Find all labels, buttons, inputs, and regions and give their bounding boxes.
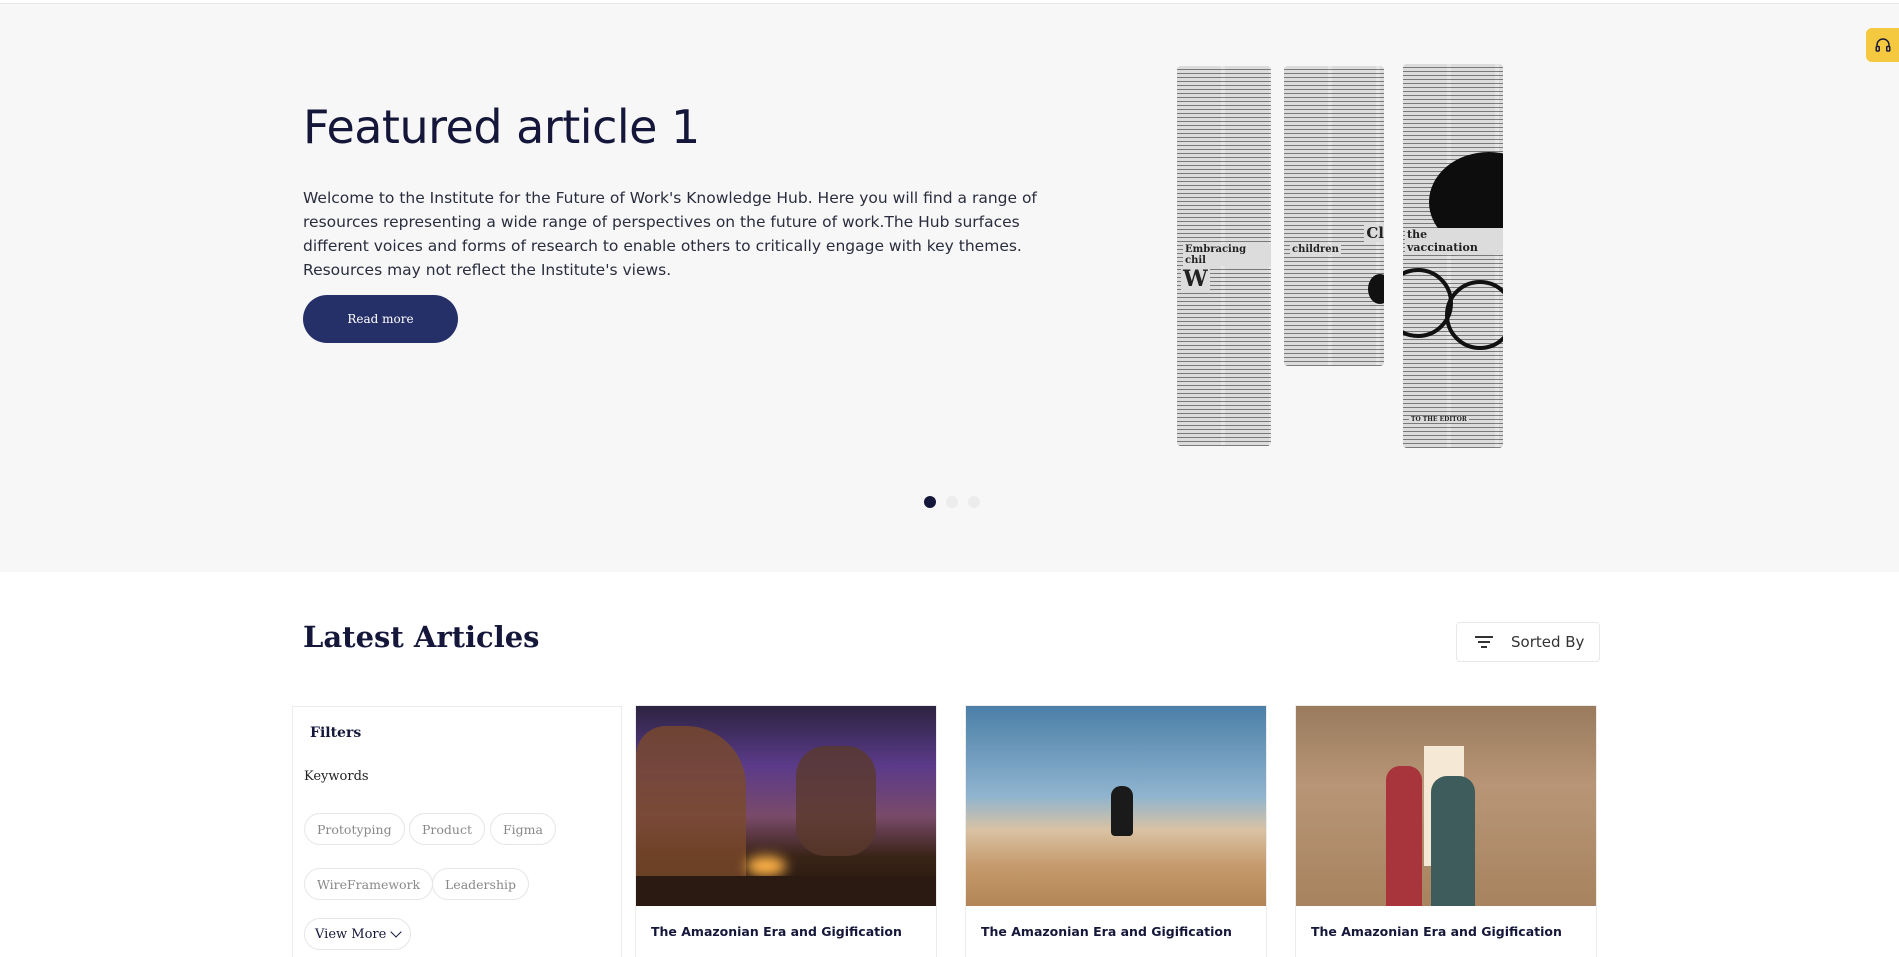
view-more-label: View More bbox=[315, 926, 387, 942]
article-image-desert-dunes bbox=[966, 706, 1266, 906]
newspaper-headline: Embracing chil bbox=[1183, 244, 1271, 266]
featured-hero bbox=[0, 4, 1899, 572]
keyword-chip-prototyping[interactable]: Prototyping bbox=[304, 813, 405, 845]
newspaper-headline: children bbox=[1290, 244, 1341, 255]
featured-description: Welcome to the Institute for the Future … bbox=[303, 189, 1037, 279]
article-image-desert-camp bbox=[636, 706, 936, 906]
newspaper-headline: TO THE EDITOR bbox=[1409, 416, 1469, 423]
carousel-dot-3[interactable] bbox=[968, 496, 980, 508]
filter-lines-icon bbox=[1475, 636, 1493, 648]
headset-icon bbox=[1875, 38, 1890, 52]
newspaper-image-strip-3: the vaccination TO THE EDITOR bbox=[1403, 64, 1503, 448]
filters-title: Filters bbox=[310, 725, 362, 741]
newspaper-image-strip-1: Embracing chil W bbox=[1177, 66, 1271, 446]
latest-articles-title: Latest Articles bbox=[303, 620, 540, 654]
article-image-old-town-walk bbox=[1296, 706, 1596, 906]
carousel-dots bbox=[924, 496, 980, 508]
sorted-by-label: Sorted By bbox=[1511, 633, 1585, 651]
view-more-button[interactable]: View More bbox=[304, 918, 412, 950]
newspaper-headline: Clo bbox=[1364, 224, 1384, 242]
article-card-2[interactable]: The Amazonian Era and Gigification bbox=[965, 705, 1267, 957]
article-card-3[interactable]: The Amazonian Era and Gigification bbox=[1295, 705, 1597, 957]
sorted-by-button[interactable]: Sorted By bbox=[1456, 622, 1600, 662]
keyword-chip-figma[interactable]: Figma bbox=[490, 813, 556, 845]
keyword-chip-product[interactable]: Product bbox=[409, 813, 485, 845]
filters-panel: Filters Keywords Prototyping Product Fig… bbox=[292, 706, 622, 957]
featured-title: Featured article 1 bbox=[303, 100, 700, 154]
article-title: The Amazonian Era and Gigification bbox=[981, 924, 1232, 939]
keywords-label: Keywords bbox=[304, 769, 369, 784]
keyword-chip-leadership[interactable]: Leadership bbox=[432, 868, 529, 900]
keyword-chip-wireframework[interactable]: WireFramework bbox=[304, 868, 434, 900]
article-card-1[interactable]: The Amazonian Era and Gigification bbox=[635, 705, 937, 957]
read-more-button[interactable]: Read more bbox=[303, 295, 458, 343]
carousel-dot-2[interactable] bbox=[946, 496, 958, 508]
carousel-dot-1[interactable] bbox=[924, 496, 936, 508]
support-button[interactable] bbox=[1866, 28, 1899, 62]
chevron-down-icon bbox=[390, 926, 402, 938]
article-title: The Amazonian Era and Gigification bbox=[651, 924, 902, 939]
newspaper-headline: the vaccination bbox=[1405, 228, 1503, 254]
newspaper-image-strip-2: children Clo bbox=[1284, 66, 1384, 366]
article-title: The Amazonian Era and Gigification bbox=[1311, 924, 1562, 939]
